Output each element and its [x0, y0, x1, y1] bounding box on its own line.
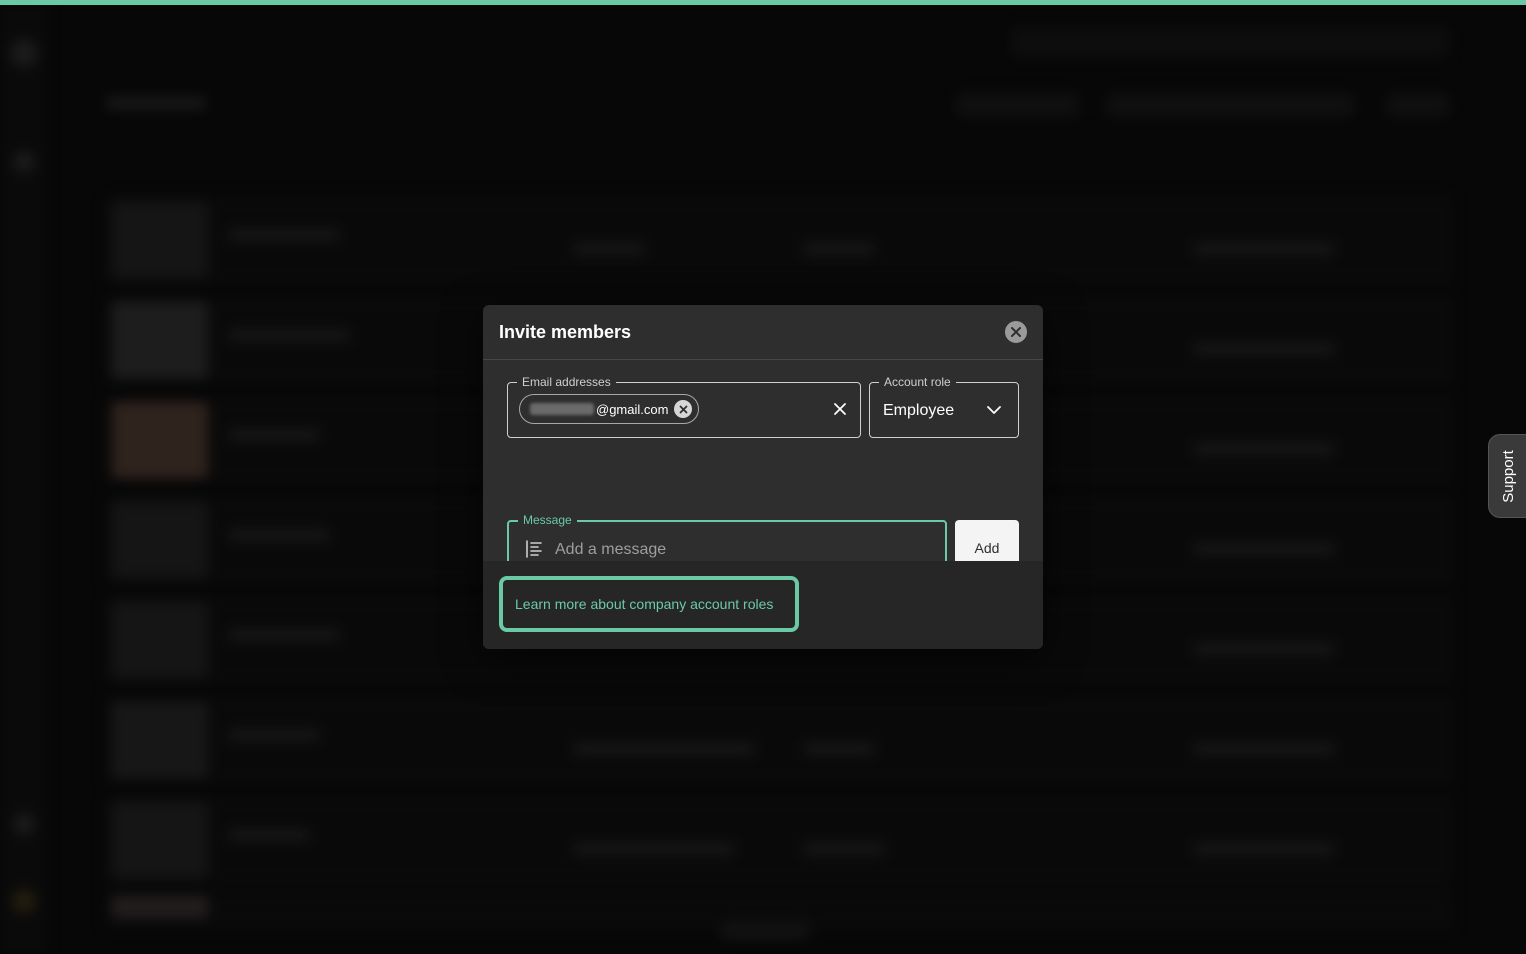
account-role-value: Employee: [883, 402, 955, 419]
dialog-header: Invite members: [483, 305, 1043, 360]
support-tab[interactable]: Support: [1488, 434, 1526, 518]
top-accent-bar: [0, 0, 1526, 5]
email-addresses-label: Email addresses: [517, 374, 616, 390]
dialog-title: Invite members: [499, 321, 632, 342]
email-addresses-field[interactable]: Email addresses @gmail.com: [507, 374, 861, 438]
dialog-footer: Learn more about company account roles: [483, 561, 1043, 649]
close-icon[interactable]: [832, 401, 848, 417]
email-chip-text: @gmail.com: [596, 401, 669, 417]
email-chip: @gmail.com: [519, 394, 699, 424]
message-label: Message: [518, 512, 577, 528]
invite-members-dialog: Invite members Email addresses @gmail.co…: [483, 305, 1043, 649]
account-role-label: Account role: [879, 374, 956, 390]
support-tab-label: Support: [1500, 449, 1518, 503]
close-circle-icon[interactable]: [674, 400, 692, 418]
text-align-icon: [526, 540, 542, 558]
dialog-body: Email addresses @gmail.com Account role …: [483, 360, 1043, 576]
close-circle-icon[interactable]: [1005, 321, 1027, 343]
redacted-email-prefix: [530, 403, 594, 415]
chevron-down-icon: [987, 406, 1001, 414]
account-role-select[interactable]: Account role Employee: [869, 374, 1019, 438]
learn-more-link[interactable]: Learn more about company account roles: [499, 576, 799, 632]
